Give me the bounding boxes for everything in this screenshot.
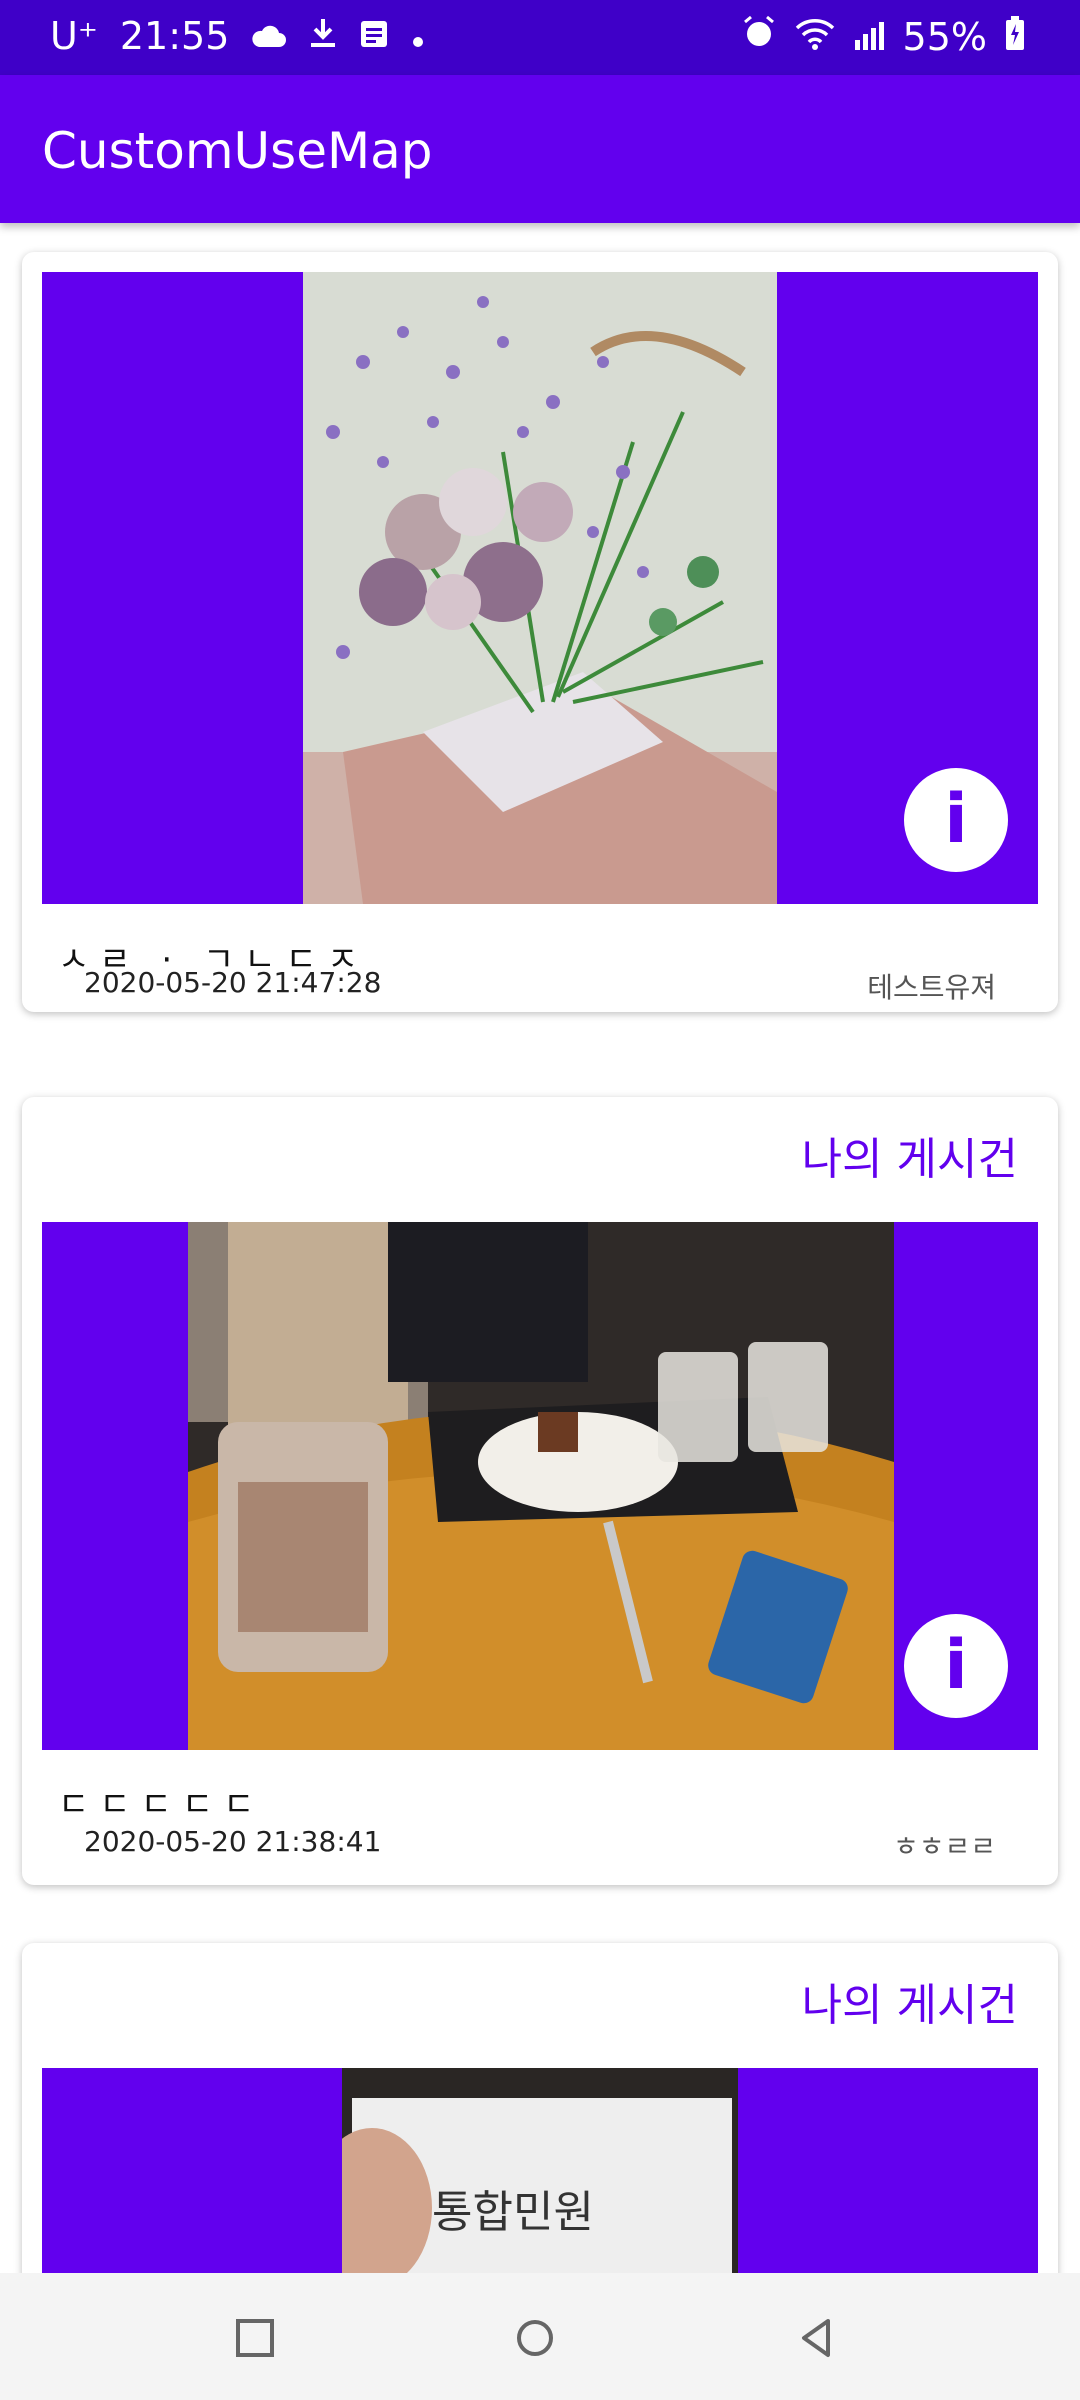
navigation-bar bbox=[0, 2273, 1080, 2400]
post-image-container: i bbox=[42, 272, 1038, 904]
recent-apps-button[interactable] bbox=[230, 2313, 280, 2363]
download-icon bbox=[309, 14, 337, 58]
my-post-badge: 나의 게시건 bbox=[801, 1134, 1018, 1185]
status-bar: U⁺ 21:55 55% bbox=[0, 0, 1080, 75]
battery-percent: 55% bbox=[902, 14, 987, 59]
post-date: 2020-05-20 21:38:41 bbox=[84, 1825, 382, 1858]
my-post-badge: 나의 게시건 bbox=[801, 1980, 1018, 2031]
post-author: ㅎㅎㄹㄹ bbox=[892, 1830, 996, 1863]
post-image-container: i bbox=[42, 1222, 1038, 1750]
notification-dot-icon bbox=[411, 14, 425, 58]
alarm-icon bbox=[741, 14, 777, 59]
post-card[interactable]: 나의 게시건 i ㄷㄷㄷㄷㄷ 2020-05-20 21:38:41 ㅎㅎㄹㄹ bbox=[22, 1097, 1058, 1885]
battery-charging-icon bbox=[1005, 15, 1025, 59]
post-card[interactable]: i ㅅㄹ · ㄱㄴㄷㅈ 2020-05-20 21:47:28 테스트유져 bbox=[22, 252, 1058, 1012]
back-button[interactable] bbox=[792, 2313, 842, 2363]
post-date: 2020-05-20 21:47:28 bbox=[84, 966, 382, 999]
home-button[interactable] bbox=[510, 2313, 560, 2363]
post-card[interactable]: 나의 게시건 통합민원 bbox=[22, 1943, 1058, 2273]
status-time: 21:55 bbox=[119, 14, 230, 58]
wifi-icon bbox=[795, 15, 835, 59]
app-bar: CustomUseMap bbox=[0, 75, 1080, 223]
info-button[interactable]: i bbox=[904, 1614, 1008, 1718]
post-author: 테스트유져 bbox=[867, 971, 996, 1004]
carrier-label: U⁺ bbox=[50, 14, 98, 58]
post-image-container: 통합민원 bbox=[42, 2068, 1038, 2273]
notes-icon bbox=[359, 14, 389, 58]
signal-icon bbox=[853, 15, 885, 59]
post-feed[interactable]: i ㅅㄹ · ㄱㄴㄷㅈ 2020-05-20 21:47:28 테스트유져 나의… bbox=[0, 223, 1080, 2273]
post-image bbox=[188, 1222, 894, 1750]
post-image: 통합민원 bbox=[342, 2068, 738, 2273]
cloud-icon bbox=[251, 14, 287, 58]
post-title: ㄷㄷㄷㄷㄷ bbox=[58, 1785, 265, 1825]
app-title: CustomUseMap bbox=[42, 122, 433, 180]
post-image bbox=[303, 272, 777, 904]
receipt-text: 통합민원 bbox=[432, 2187, 594, 2238]
info-button[interactable]: i bbox=[904, 768, 1008, 872]
